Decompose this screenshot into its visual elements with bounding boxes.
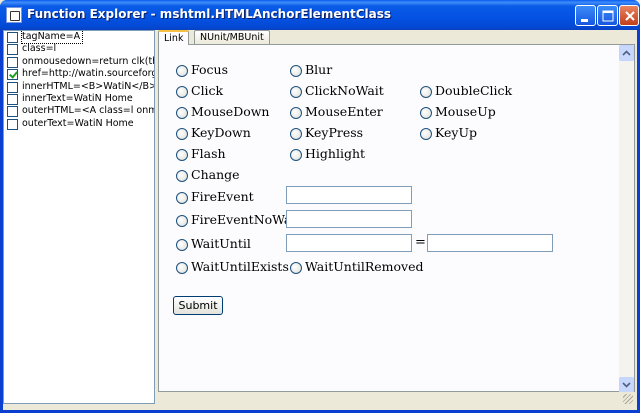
radio-icon[interactable] [176, 128, 188, 140]
tab-panel-link: Focus Blur Click ClickNoWait DoubleClick [158, 44, 635, 393]
property-item[interactable]: class=l [4, 43, 154, 56]
property-item[interactable]: outerText=WatiN Home [4, 118, 154, 130]
fireeventnowait-name-input[interactable] [286, 210, 412, 228]
checkbox-icon[interactable] [7, 93, 18, 105]
property-text: href=http://watin.sourceforge.ne [22, 68, 154, 80]
window-title: Function Explorer - mshtml.HTMLAnchorEle… [27, 7, 392, 21]
option-label: WaitUntilExists [191, 259, 289, 274]
radio-icon[interactable] [176, 65, 188, 77]
option-label: WaitUntilRemoved [305, 259, 424, 274]
tab-nunit-mbunit[interactable]: NUnit/MBUnit [194, 30, 270, 44]
option-label: Blur [305, 62, 333, 77]
checkbox-icon[interactable] [7, 106, 18, 118]
waituntil-attribute-input[interactable] [286, 234, 412, 252]
radio-icon[interactable] [290, 149, 302, 161]
maximize-button[interactable] [597, 5, 618, 26]
radio-icon[interactable] [420, 128, 432, 140]
property-text: outerHTML=<A class=l onmouse [22, 105, 154, 117]
title-bar[interactable]: Function Explorer - mshtml.HTMLAnchorEle… [0, 0, 640, 30]
property-item[interactable]: innerHTML=<B>WatiN</B> Hom [4, 81, 154, 93]
resize-grip-icon[interactable] [623, 394, 633, 404]
checkbox-icon[interactable] [7, 44, 18, 56]
scroll-down-button[interactable] [619, 377, 634, 393]
option-label: MouseDown [191, 104, 270, 119]
minimize-icon [581, 19, 588, 22]
checkbox-checked-icon[interactable] [7, 69, 18, 81]
radio-icon[interactable] [290, 262, 302, 274]
property-item[interactable]: innerText=WatiN Home [4, 93, 154, 105]
option-label: Flash [191, 146, 226, 161]
maximize-icon [602, 10, 614, 22]
vertical-scrollbar[interactable] [619, 45, 634, 393]
waituntil-value-input[interactable] [427, 234, 553, 252]
equals-label: = [415, 235, 426, 250]
radio-icon[interactable] [176, 170, 188, 182]
property-item[interactable]: href=http://watin.sourceforge.ne [4, 68, 154, 81]
radio-icon[interactable] [176, 107, 188, 119]
option-label: Highlight [305, 146, 366, 161]
option-label: MouseUp [435, 104, 496, 119]
app-window: Function Explorer - mshtml.HTMLAnchorEle… [0, 0, 640, 413]
option-label: KeyDown [191, 125, 251, 140]
radio-icon[interactable] [176, 239, 188, 251]
client-area: tagName=A class=l onmousedown=return clk(t… [3, 30, 637, 410]
property-item[interactable]: onmousedown=return clk(this.hre [4, 56, 154, 68]
property-item[interactable]: tagName=A [4, 31, 154, 44]
radio-icon[interactable] [420, 86, 432, 98]
radio-icon[interactable] [176, 86, 188, 98]
radio-icon[interactable] [176, 262, 188, 274]
option-label: ClickNoWait [305, 83, 384, 98]
checkbox-icon[interactable] [7, 118, 18, 130]
option-label: FireEventNoWait [191, 212, 301, 227]
close-icon [625, 11, 635, 21]
chevron-up-icon [622, 50, 631, 56]
radio-icon[interactable] [290, 128, 302, 140]
status-area [158, 392, 635, 406]
radio-icon[interactable] [176, 215, 188, 227]
property-text: tagName=A [20, 31, 84, 44]
scroll-up-button[interactable] [619, 45, 634, 61]
option-label: KeyPress [305, 125, 364, 140]
radio-icon[interactable] [290, 65, 302, 77]
option-label: Click [191, 83, 224, 98]
property-text: onmousedown=return clk(this.hre [22, 55, 154, 67]
fireevent-name-input[interactable] [286, 186, 412, 204]
close-button[interactable] [619, 5, 639, 26]
minimize-button[interactable] [575, 5, 596, 26]
property-text: innerHTML=<B>WatiN</B> Hom [22, 80, 155, 92]
submit-button[interactable]: Submit [173, 296, 223, 315]
radio-icon[interactable] [420, 107, 432, 119]
option-label: Change [191, 167, 240, 182]
option-label: KeyUp [435, 125, 477, 140]
checkbox-icon[interactable] [7, 56, 18, 68]
radio-icon[interactable] [176, 149, 188, 161]
radio-icon[interactable] [290, 107, 302, 119]
option-label: FireEvent [191, 189, 254, 204]
property-list[interactable]: tagName=A class=l onmousedown=return clk(t… [3, 30, 155, 404]
property-text: outerText=WatiN Home [22, 117, 134, 129]
radio-icon[interactable] [290, 86, 302, 98]
option-label: Focus [191, 62, 228, 77]
option-label: DoubleClick [435, 83, 513, 98]
checkbox-icon[interactable] [7, 81, 18, 93]
app-icon[interactable] [6, 7, 22, 23]
option-label: WaitUntil [191, 236, 251, 251]
property-text: class=l [22, 43, 57, 55]
radio-icon[interactable] [176, 192, 188, 204]
property-text: innerText=WatiN Home [22, 92, 133, 104]
property-item[interactable]: outerHTML=<A class=l onmouse [4, 105, 154, 118]
tab-link[interactable]: Link [158, 30, 190, 45]
chevron-down-icon [622, 382, 631, 388]
checkbox-icon[interactable] [7, 32, 18, 43]
option-label: MouseEnter [305, 104, 383, 119]
